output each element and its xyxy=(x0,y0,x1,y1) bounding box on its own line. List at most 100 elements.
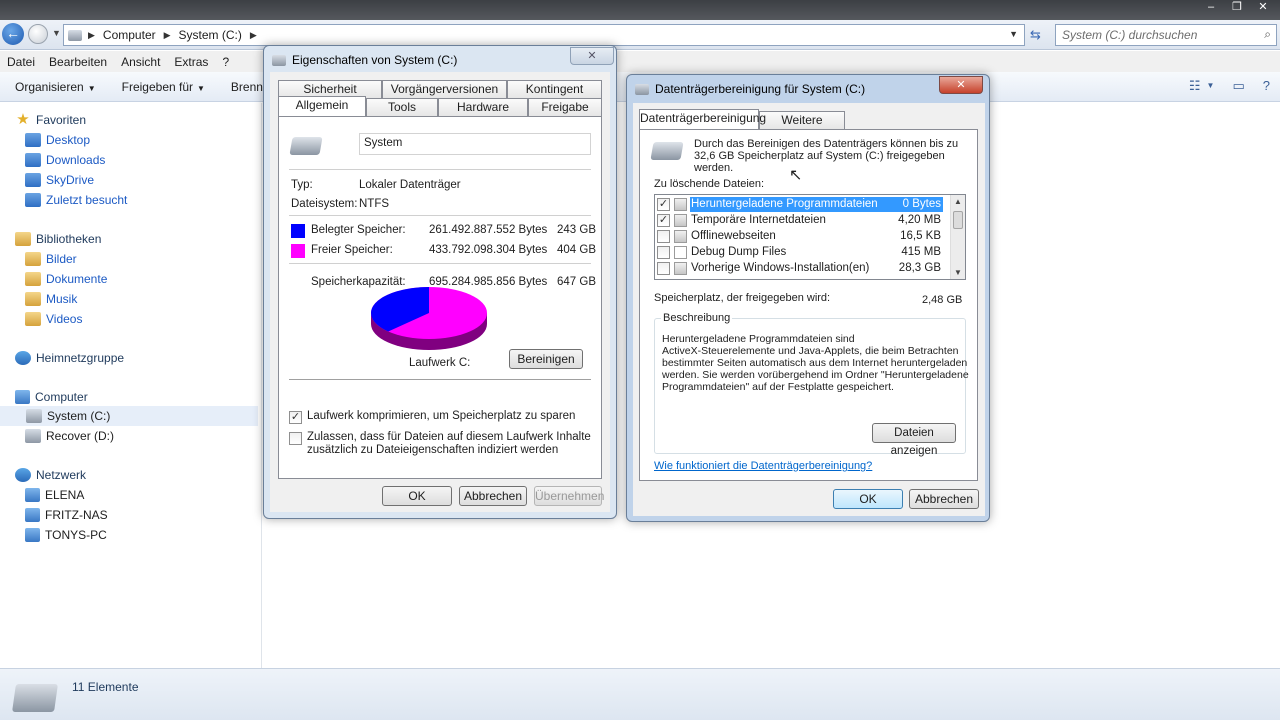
used-space-gb: 243 GB xyxy=(557,224,596,236)
cleanup-button[interactable]: Bereinigen xyxy=(509,349,583,369)
breadcrumb-separator-icon[interactable]: ▶ xyxy=(164,30,171,41)
compress-label: Laufwerk komprimieren, um Speicherplatz … xyxy=(307,410,576,422)
refresh-icon[interactable]: ⇆ xyxy=(1030,27,1041,43)
item-checkbox[interactable]: ✓ xyxy=(657,197,670,211)
nav-system-c[interactable]: System (C:) xyxy=(0,406,258,426)
address-box[interactable]: ▶ Computer ▶ System (C:) ▶ ▼ xyxy=(63,24,1025,46)
nav-downloads[interactable]: Downloads xyxy=(25,150,105,170)
breadcrumb-system-c[interactable]: System (C:) xyxy=(179,28,242,42)
properties-title: Eigenschaften von System (C:) xyxy=(272,48,457,72)
ok-button[interactable]: OK xyxy=(833,489,903,509)
ok-button[interactable]: OK xyxy=(382,486,452,506)
item-checkbox[interactable] xyxy=(657,229,670,243)
nav-favorites[interactable]: ★ Favoriten xyxy=(15,110,86,130)
item-checkbox[interactable] xyxy=(657,245,670,259)
drive-icon xyxy=(26,409,42,423)
forward-arrow-icon[interactable] xyxy=(28,24,48,44)
change-view-icon[interactable]: ☷ xyxy=(1189,78,1201,94)
list-item[interactable]: Debug Dump Files 415 MB xyxy=(657,244,943,260)
breadcrumb-computer[interactable]: Computer xyxy=(103,28,156,42)
tab-disk-cleanup[interactable]: Datenträgerbereinigung xyxy=(639,109,766,129)
nav-videos[interactable]: Videos xyxy=(25,309,82,329)
menu-ansicht[interactable]: Ansicht xyxy=(121,55,160,69)
list-scrollbar[interactable]: ▲ ▼ xyxy=(950,195,965,279)
scroll-down-icon[interactable]: ▼ xyxy=(954,268,962,277)
scroll-thumb[interactable] xyxy=(953,211,963,229)
close-icon[interactable]: ✕ xyxy=(570,47,614,65)
preview-pane-icon[interactable]: ▭ xyxy=(1232,78,1244,94)
nav-libraries[interactable]: Bibliotheken xyxy=(15,229,101,249)
apply-button[interactable]: Übernehmen xyxy=(534,486,604,506)
tab-freigabe[interactable]: Freigabe xyxy=(528,98,602,116)
network-computer-icon xyxy=(25,528,40,542)
nav-skydrive[interactable]: SkyDrive xyxy=(25,170,94,190)
nav-desktop[interactable]: Desktop xyxy=(25,130,90,150)
help-icon[interactable]: ? xyxy=(1263,78,1270,94)
index-checkbox[interactable] xyxy=(289,432,302,445)
breadcrumb-separator-icon[interactable]: ▶ xyxy=(88,30,95,41)
how-it-works-link[interactable]: Wie funktioniert die Datenträgerbereinig… xyxy=(654,460,872,472)
nav-pictures[interactable]: Bilder xyxy=(25,249,77,269)
nav-recent[interactable]: Zuletzt besucht xyxy=(25,190,127,210)
search-input[interactable]: System (C:) durchsuchen ⌕ xyxy=(1055,24,1277,46)
cancel-button[interactable]: Abbrechen xyxy=(459,486,527,506)
back-arrow-icon[interactable]: ← xyxy=(2,23,24,45)
compress-checkbox[interactable]: ✓ xyxy=(289,411,302,424)
nav-recover-d[interactable]: Recover (D:) xyxy=(25,426,114,446)
nav-computer[interactable]: Computer xyxy=(15,387,88,407)
minimize-button[interactable]: – xyxy=(1200,0,1222,16)
view-files-button[interactable]: Dateien anzeigen xyxy=(872,423,956,457)
list-item[interactable]: ✓ Temporäre Internetdateien 4,20 MB xyxy=(657,212,943,228)
close-window-button[interactable]: ✕ xyxy=(1252,0,1274,16)
nav-network[interactable]: Netzwerk xyxy=(15,465,86,485)
item-count: 11 Elemente xyxy=(72,680,139,694)
nav-documents[interactable]: Dokumente xyxy=(25,269,107,289)
drive-name-input[interactable]: System xyxy=(359,133,591,155)
tab-more-options[interactable]: Weitere Optionen xyxy=(759,111,845,144)
breadcrumb-separator-icon[interactable]: ▶ xyxy=(250,30,257,41)
menu-bearbeiten[interactable]: Bearbeiten xyxy=(49,55,107,69)
used-space-bytes: 261.492.887.552 Bytes xyxy=(429,224,548,236)
file-icon xyxy=(674,213,687,227)
cancel-button[interactable]: Abbrechen xyxy=(909,489,979,509)
search-placeholder: System (C:) durchsuchen xyxy=(1062,28,1198,42)
item-checkbox[interactable]: ✓ xyxy=(657,213,670,227)
tab-vorgaengerversionen[interactable]: Vorgängerversionen xyxy=(382,80,507,98)
search-icon[interactable]: ⌕ xyxy=(1264,27,1271,42)
computer-icon xyxy=(15,390,30,404)
menu-datei[interactable]: Datei xyxy=(7,55,35,69)
files-list[interactable]: ✓ Heruntergeladene Programmdateien 0 Bytes… xyxy=(654,194,966,280)
nav-homegroup[interactable]: Heimnetzgruppe xyxy=(15,348,124,368)
close-icon[interactable]: ✕ xyxy=(939,76,983,94)
nav-music[interactable]: Musik xyxy=(25,289,77,309)
item-checkbox[interactable] xyxy=(657,261,670,275)
library-icon xyxy=(15,232,31,246)
scroll-up-icon[interactable]: ▲ xyxy=(954,197,962,206)
menu-extras[interactable]: Extras xyxy=(174,55,208,69)
share-with-button[interactable]: Freigeben für ▼ xyxy=(122,80,205,94)
nav-elena[interactable]: ELENA xyxy=(25,485,84,505)
tab-tools[interactable]: Tools xyxy=(366,98,438,116)
intro-line3: werden. xyxy=(694,162,734,174)
list-item[interactable]: Offlinewebseiten 16,5 KB xyxy=(657,228,943,244)
tab-hardware[interactable]: Hardware xyxy=(438,98,528,116)
address-dropdown-icon[interactable]: ▼ xyxy=(1009,29,1018,39)
mouse-cursor-icon: ↖ xyxy=(789,167,803,184)
list-item[interactable]: Vorherige Windows-Installation(en) 28,3 G… xyxy=(657,260,943,276)
nav-fritz-nas[interactable]: FRITZ-NAS xyxy=(25,505,108,525)
tab-allgemein[interactable]: Allgemein xyxy=(278,96,366,116)
folder-icon xyxy=(674,197,687,211)
organize-button[interactable]: Organisieren ▼ xyxy=(15,80,96,94)
history-dropdown-icon[interactable]: ▼ xyxy=(52,28,61,38)
chevron-down-icon[interactable]: ▼ xyxy=(1207,81,1215,94)
recent-places-icon xyxy=(25,193,41,207)
nav-tonys-pc[interactable]: TONYS-PC xyxy=(25,525,107,545)
network-icon xyxy=(15,468,31,482)
file-icon xyxy=(674,245,687,259)
tab-kontingent[interactable]: Kontingent xyxy=(507,80,602,98)
list-item[interactable]: ✓ Heruntergeladene Programmdateien 0 Bytes xyxy=(657,196,943,212)
network-computer-icon xyxy=(25,488,40,502)
skydrive-icon xyxy=(25,173,41,187)
menu-help[interactable]: ? xyxy=(222,55,229,69)
maximize-button[interactable]: ❐ xyxy=(1226,0,1248,16)
